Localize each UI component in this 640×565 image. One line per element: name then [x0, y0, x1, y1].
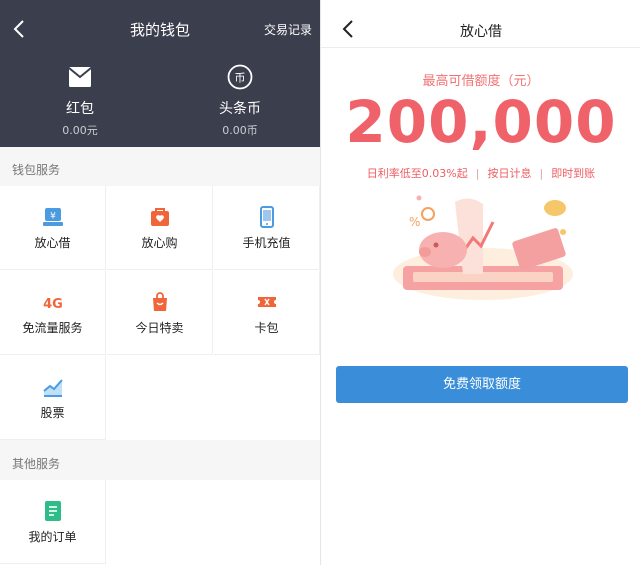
bag-icon [152, 292, 167, 311]
toutiao-coin-label: 头条币 [219, 101, 261, 117]
feature-rate: 日利率低至0.03%起 [366, 167, 468, 180]
feature-divider: | [539, 167, 544, 180]
svg-text:¥: ¥ [50, 212, 56, 222]
toutiao-coin-entry[interactable]: 币 头条币 0.00币 [185, 64, 295, 138]
4g-icon: 4G [43, 297, 63, 312]
service-daily-deals[interactable]: 今日特卖 [107, 271, 213, 355]
service-phone-recharge[interactable]: 手机充值 [214, 186, 320, 270]
service-label: 我的订单 [28, 530, 77, 544]
loan-screen: 放心借 最高可借额度（元） 200,000 日利率低至0.03%起 | 按日计息 | 即… [320, 0, 640, 565]
transaction-record-link[interactable]: 交易记录 [264, 21, 312, 38]
loan-features: 日利率低至0.03%起 | 按日计息 | 即时到账 [321, 165, 640, 181]
service-shopping[interactable]: 放心购 [107, 186, 213, 270]
loan-icon: ¥ [42, 208, 63, 226]
red-packet-value: 0.00元 [62, 124, 98, 137]
phone-icon [259, 206, 274, 228]
claim-quota-button[interactable]: 免费领取额度 [336, 366, 628, 403]
envelope-icon [68, 67, 92, 87]
service-free-data[interactable]: 4G 免流量服务 [0, 271, 106, 355]
loan-nav-bar: 放心借 [321, 0, 640, 48]
quota-amount: 200,000 [345, 88, 617, 156]
service-my-orders[interactable]: 我的订单 [0, 480, 106, 564]
order-icon [44, 501, 61, 521]
service-loan[interactable]: ¥ 放心借 [0, 186, 106, 270]
other-services-title: 其他服务 [12, 457, 61, 471]
svg-text:币: 币 [235, 72, 246, 85]
service-label: 放心购 [141, 236, 178, 250]
feature-instant: 即时到账 [551, 167, 596, 180]
other-services-grid: 我的订单 [0, 480, 320, 565]
feature-divider: | [475, 167, 480, 180]
service-label: 免流量服务 [22, 321, 83, 335]
red-packet-entry[interactable]: 红包 0.00元 [25, 64, 135, 138]
wallet-header: 我的钱包 交易记录 红包 0.00元 币 头条币 0.00币 [0, 0, 320, 147]
svg-text:4G: 4G [43, 297, 63, 312]
service-stocks[interactable]: 股票 [0, 356, 106, 440]
wallet-services-grid: ¥ 放心借 放心购 手机充值 4G 免流量服务 今日特卖 卡包 股票 [0, 186, 320, 440]
service-card-wallet[interactable]: 卡包 [214, 271, 320, 355]
svg-text:%: % [409, 215, 420, 229]
service-label: 放心借 [34, 236, 71, 250]
service-label: 股票 [40, 406, 65, 420]
wallet-screen: 我的钱包 交易记录 红包 0.00元 币 头条币 0.00币 钱包服务 ¥ 放心… [0, 0, 320, 565]
shopping-icon [150, 208, 169, 226]
feature-daily-interest: 按日计息 [487, 167, 532, 180]
page-title: 放心借 [460, 24, 502, 40]
quota-label: 最高可借额度（元） [422, 74, 540, 89]
toutiao-coin-value: 0.00币 [222, 124, 258, 137]
service-label: 今日特卖 [135, 321, 184, 335]
ticket-icon [257, 297, 276, 307]
red-packet-label: 红包 [66, 101, 94, 117]
coin-icon: 币 [227, 64, 253, 90]
service-label: 手机充值 [242, 236, 291, 250]
stock-chart-icon [42, 379, 63, 397]
wallet-services-title: 钱包服务 [12, 163, 61, 177]
service-label: 卡包 [254, 321, 279, 335]
piggy-bank-illustration: % [393, 195, 573, 300]
